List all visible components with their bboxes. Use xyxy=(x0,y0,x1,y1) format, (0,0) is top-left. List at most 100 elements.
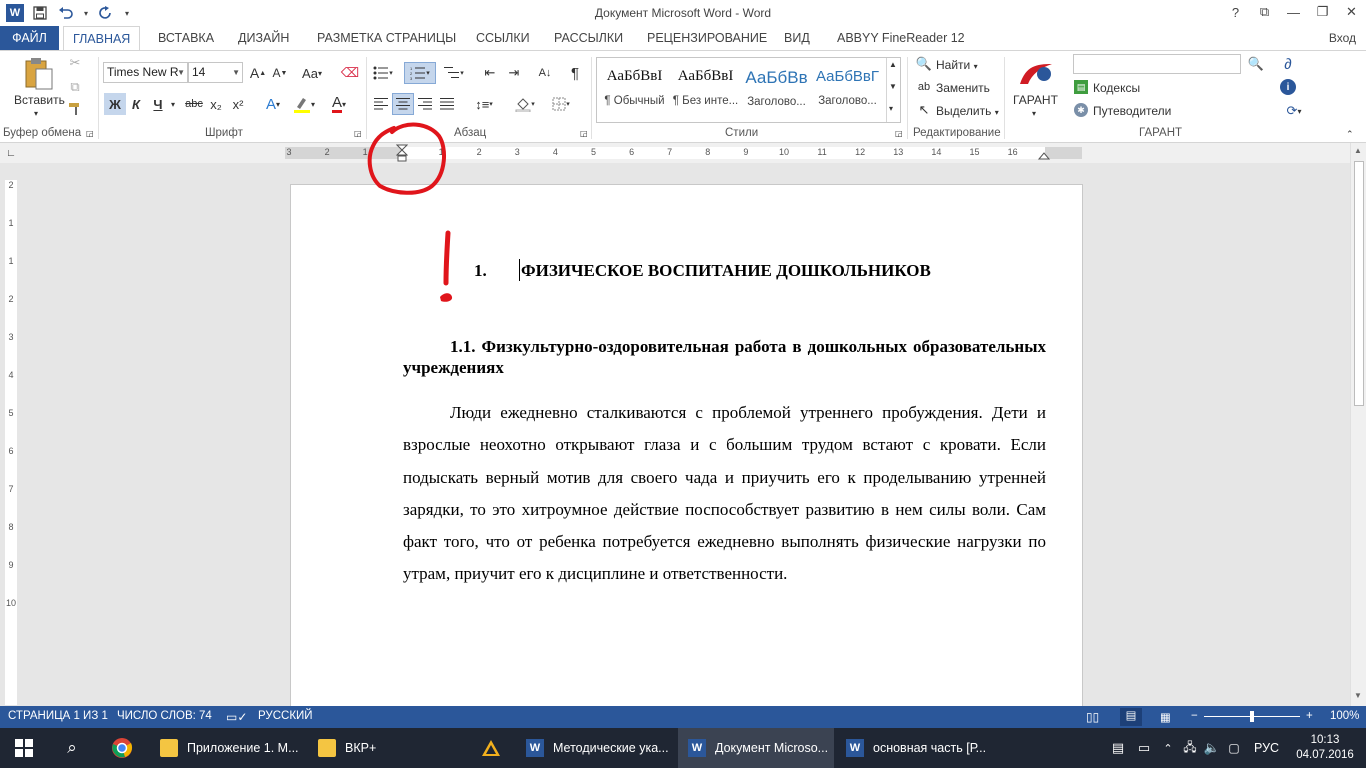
bold-button[interactable]: Ж xyxy=(104,93,126,115)
zoom-out-button[interactable]: − xyxy=(1191,710,1198,722)
more-styles-icon[interactable]: ▾ xyxy=(889,104,893,113)
underline-dropdown-icon[interactable]: ▾ xyxy=(168,93,178,115)
search-icon[interactable]: 🔍 xyxy=(1248,56,1264,72)
grow-font-icon[interactable]: A ▲ xyxy=(248,63,268,83)
subscript-button[interactable]: x₂ xyxy=(207,93,225,115)
print-layout-icon[interactable]: ▤ xyxy=(1120,708,1142,726)
app-icon[interactable] xyxy=(466,728,516,768)
tab-page-layout[interactable]: РАЗМЕТКА СТРАНИЦЫ xyxy=(308,26,465,50)
vertical-scrollbar[interactable]: ▲ ▼ xyxy=(1350,143,1366,706)
numbering-icon[interactable]: 1 2 3 ▾ xyxy=(404,62,436,84)
heading-2[interactable]: 1.1. Физкультурно-оздоровительная работа… xyxy=(403,336,1046,378)
styles-launcher-icon[interactable]: ◲ xyxy=(895,129,903,138)
chevron-down-icon[interactable]: ▼ xyxy=(889,82,897,91)
strikethrough-button[interactable]: abc xyxy=(183,93,205,115)
search-icon[interactable]: ⌕ xyxy=(48,728,96,768)
garant-button[interactable]: ГАРАНТ xyxy=(1013,93,1058,107)
tab-file[interactable]: ФАЙЛ xyxy=(0,26,59,50)
style-heading-2[interactable]: АаБбВвГ Заголово... xyxy=(812,62,883,118)
superscript-button[interactable]: x² xyxy=(229,93,247,115)
select-button[interactable]: Выделить ▾ xyxy=(936,104,999,118)
cut-icon[interactable]: ✂ xyxy=(67,55,83,71)
line-spacing-icon[interactable]: ↕≡ ▾ xyxy=(470,94,498,114)
font-launcher-icon[interactable]: ◲ xyxy=(354,129,362,138)
tab-review[interactable]: РЕЦЕНЗИРОВАНИЕ xyxy=(638,26,776,50)
chrome-icon[interactable] xyxy=(98,728,146,768)
zoom-slider-thumb[interactable] xyxy=(1250,711,1254,722)
justify-icon[interactable] xyxy=(437,94,457,114)
style-normal[interactable]: АаБбВвІ ¶ Обычный xyxy=(599,62,670,118)
chevron-up-icon[interactable]: ▲ xyxy=(889,60,897,69)
taskbar-item-main-part[interactable]: Wосновная часть [Р... xyxy=(838,728,994,768)
tray-app-icon[interactable]: ▤ xyxy=(1108,728,1128,768)
tab-design[interactable]: ДИЗАЙН xyxy=(229,26,298,50)
taskbar-item-document[interactable]: W Документ Microso... xyxy=(678,728,834,768)
replace-icon[interactable]: ab xyxy=(916,79,932,95)
clipboard-launcher-icon[interactable]: ◲ xyxy=(86,129,94,138)
garant-dropdown-icon[interactable]: ▾ xyxy=(1032,109,1036,118)
align-center-icon[interactable] xyxy=(392,93,414,115)
align-right-icon[interactable] xyxy=(415,94,435,114)
select-icon[interactable]: ↖ xyxy=(916,102,932,118)
show-formatting-marks-button[interactable]: ¶ xyxy=(565,63,585,83)
find-button[interactable]: Найти ▾ xyxy=(936,58,978,72)
tab-view[interactable]: ВИД xyxy=(775,26,819,50)
info-icon[interactable]: i xyxy=(1280,79,1296,95)
collapse-ribbon-icon[interactable]: ⌃ xyxy=(1346,129,1354,140)
tab-home[interactable]: ГЛАВНАЯ xyxy=(63,26,141,50)
tab-mailings[interactable]: РАССЫЛКИ xyxy=(545,26,632,50)
help-button[interactable]: ? xyxy=(1221,0,1250,24)
font-color-icon[interactable]: A ▾ xyxy=(324,93,354,115)
taskbar-item-appendix[interactable]: Приложение 1. М... xyxy=(150,728,302,768)
multilevel-list-icon[interactable]: ▾ xyxy=(441,63,467,83)
bullets-icon[interactable]: ▾ xyxy=(371,63,395,83)
font-name-combo[interactable]: Times New R ▼ xyxy=(103,62,188,83)
tray-display-icon[interactable]: ▭ xyxy=(1134,728,1154,768)
sort-icon[interactable]: A↓ xyxy=(535,63,555,83)
start-button[interactable] xyxy=(0,728,48,768)
language-indicator[interactable]: РУССКИЙ xyxy=(258,710,313,722)
word-count[interactable]: ЧИСЛО СЛОВ: 74 xyxy=(117,710,212,722)
body-paragraph[interactable]: Люди ежедневно сталкиваются с проблемой … xyxy=(403,397,1046,591)
tab-references[interactable]: ССЫЛКИ xyxy=(467,26,539,50)
codes-button[interactable]: Кодексы xyxy=(1093,81,1140,95)
shading-icon[interactable]: ▾ xyxy=(510,94,540,114)
close-button[interactable]: ✕ xyxy=(1337,0,1366,24)
volume-icon[interactable]: 🔈 xyxy=(1202,728,1222,768)
signin-link[interactable]: Вход xyxy=(1329,31,1356,45)
page-count[interactable]: СТРАНИЦА 1 ИЗ 1 xyxy=(8,710,108,722)
increase-indent-icon[interactable]: ⇥ xyxy=(504,63,524,83)
scroll-up-icon[interactable]: ▲ xyxy=(1354,146,1362,155)
underline-button[interactable]: Ч xyxy=(149,93,167,115)
borders-icon[interactable]: ▾ xyxy=(546,94,576,114)
change-case-icon[interactable]: Aa ▾ xyxy=(298,63,326,83)
italic-button[interactable]: К xyxy=(127,93,145,115)
taskbar-item-guidelines[interactable]: W Методические ука... xyxy=(518,728,670,768)
decrease-indent-icon[interactable]: ⇤ xyxy=(480,63,500,83)
link-icon[interactable]: ∂ xyxy=(1280,55,1296,73)
zoom-in-button[interactable]: + xyxy=(1306,710,1313,722)
taskbar-item-vkr[interactable]: ВКР+ xyxy=(308,728,458,768)
garant-search-input[interactable] xyxy=(1073,54,1241,74)
clear-formatting-icon[interactable]: ⌫ xyxy=(340,63,360,83)
style-no-spacing[interactable]: АаБбВвІ ¶ Без инте... xyxy=(670,62,741,118)
zoom-level[interactable]: 100% xyxy=(1330,710,1359,722)
scroll-thumb[interactable] xyxy=(1354,161,1364,406)
indent-marker-icon[interactable] xyxy=(396,144,408,162)
right-indent-marker-icon[interactable] xyxy=(1038,151,1050,161)
refresh-icon[interactable]: ⟳ ▾ xyxy=(1280,102,1308,120)
show-hidden-icons-icon[interactable]: ⌃ xyxy=(1158,728,1178,768)
paste-icon[interactable] xyxy=(22,57,56,91)
style-heading-1[interactable]: АаБбВв Заголово... xyxy=(741,62,812,118)
paste-dropdown-icon[interactable]: ▾ xyxy=(34,109,38,118)
text-effects-icon[interactable]: A ▾ xyxy=(259,93,287,115)
paste-label[interactable]: Вставить xyxy=(14,93,65,107)
clock[interactable]: 10:13 04.07.2016 xyxy=(1294,728,1356,768)
tab-selector-icon[interactable]: ∟ xyxy=(5,147,17,159)
highlight-color-icon[interactable]: ▾ xyxy=(290,93,318,115)
garant-logo-icon[interactable] xyxy=(1018,59,1054,89)
network-icon[interactable]: 🖧 xyxy=(1180,728,1200,768)
font-size-combo[interactable]: 14 ▼ xyxy=(188,62,243,83)
find-icon[interactable]: 🔍 xyxy=(916,56,932,72)
proofing-icon[interactable]: ▭✓ xyxy=(226,710,247,724)
